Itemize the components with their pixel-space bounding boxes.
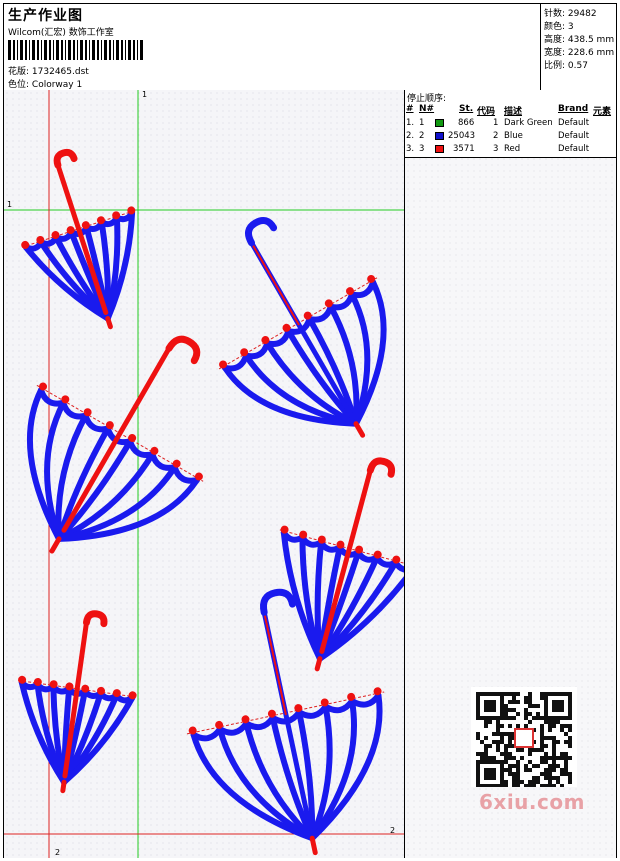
stat-stitches: 针数: 29482 — [544, 9, 597, 19]
color-swatch — [435, 119, 444, 127]
qr-code — [471, 687, 577, 787]
umbrella-3 — [26, 335, 204, 554]
design-line: 花版: 1732465.dst — [8, 64, 89, 77]
col-header-n: N# — [419, 104, 435, 114]
stat-colors: 颜色: 3 — [544, 22, 574, 32]
watermark-text: 6xiu.com — [479, 790, 585, 814]
umbrella-designs — [18, 148, 404, 856]
col-header-st: St. — [459, 104, 474, 114]
info-panel: 停止顺序: # N# St. 代码 描述 Brand 元素 1. 1 866 1… — [405, 90, 616, 858]
stat-scale: 比例: 0.57 — [544, 61, 588, 71]
worksheet-title: 生产作业图 — [8, 8, 83, 24]
col-header-brand: Brand — [558, 104, 589, 114]
umbrella-5 — [18, 610, 137, 794]
worksheet-header: 生产作业图 Wilcom(汇宏) 数饰工作室 花版: 1732465.dst 色… — [4, 4, 616, 91]
colorway-line: 色位: Colorway 1 — [8, 77, 82, 90]
col-header-desc: 描述 — [504, 107, 523, 117]
guide-label-2-right: 2 — [390, 826, 396, 835]
col-header-code: 代码 — [477, 107, 496, 117]
colorway-value: Colorway 1 — [31, 80, 83, 90]
design-stats: 针数: 29482 颜色: 3 高度: 438.5 mm 宽度: 228.6 m… — [540, 4, 617, 90]
design-preview: 1 1 2 2 — [4, 90, 405, 858]
barcode — [8, 40, 143, 60]
guide-label-1-left: 1 — [7, 200, 13, 209]
stop-sequence-title: 停止顺序: — [407, 94, 447, 104]
umbrella-2 — [218, 216, 387, 438]
col-header-num: # — [406, 104, 414, 114]
design-label: 花版: — [8, 67, 30, 77]
guide-label-1-top: 1 — [142, 90, 148, 99]
guide-label-2-bottom: 2 — [55, 848, 61, 857]
embroidery-drawing — [4, 90, 404, 858]
colorway-label: 色位: — [8, 80, 30, 90]
stat-width: 宽度: 228.6 mm — [544, 48, 615, 58]
stat-height: 高度: 438.5 mm — [544, 35, 615, 45]
studio-name: Wilcom(汇宏) 数饰工作室 — [8, 28, 114, 38]
color-swatch — [435, 132, 444, 140]
design-value: 1732465.dst — [31, 67, 89, 77]
col-header-element: 元素 — [593, 107, 612, 117]
color-swatch — [435, 145, 444, 153]
umbrella-1 — [21, 148, 136, 330]
production-worksheet: 生产作业图 Wilcom(汇宏) 数饰工作室 花版: 1732465.dst 色… — [3, 3, 617, 858]
stop-sequence-table: 停止顺序: # N# St. 代码 描述 Brand 元素 1. 1 866 1… — [405, 90, 616, 158]
